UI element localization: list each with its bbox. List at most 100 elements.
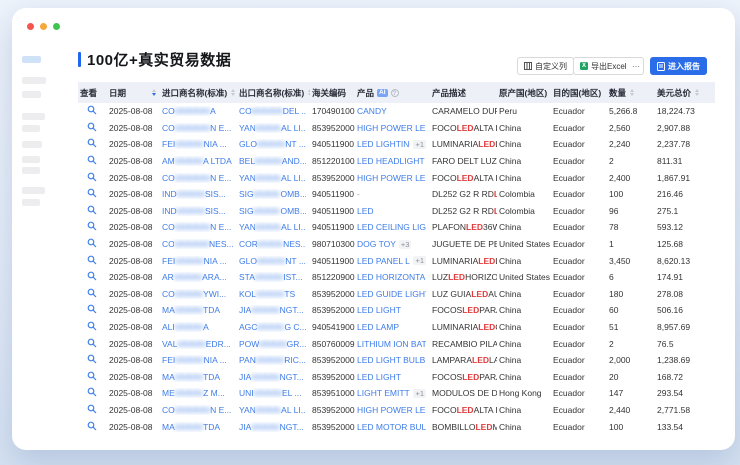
view-detail-button[interactable] [87,122,97,134]
exporter-cell[interactable]: YANMMMM AL LI... [237,123,310,133]
sidebar-item-placeholder[interactable] [22,156,40,163]
sidebar-item-placeholder[interactable] [22,167,40,174]
exporter-cell[interactable]: UNIMMMM EL ... [237,388,310,398]
product-link[interactable]: LITHIUM ION BATTE [357,339,426,349]
sort-icon[interactable] [630,89,634,97]
sidebar-item-placeholder[interactable] [22,199,40,206]
exporter-cell[interactable]: BELMMMM AND... [237,156,310,166]
view-detail-button[interactable] [87,371,97,383]
product-more-badge[interactable]: +1 [413,389,426,398]
importer-cell[interactable]: COMMMMM N E... [160,222,237,232]
view-detail-button[interactable] [87,321,97,333]
info-icon[interactable]: ? [391,89,399,97]
product-link[interactable]: LED LIGHT BULB [357,355,425,365]
exporter-cell[interactable]: PANMMMM RIC... [237,355,310,365]
importer-cell[interactable]: AMMMMM A LTDA [160,156,237,166]
exporter-cell[interactable]: GLOMMMM NT ... [237,139,310,149]
product-more-badge[interactable]: +1 [413,140,426,149]
exporter-cell[interactable]: GLOMMMM NT ... [237,256,310,266]
column-header-3[interactable]: 出口商名称(标准) [237,87,310,99]
importer-cell[interactable]: VALMMMM EDR... [160,339,237,349]
sidebar-item-placeholder[interactable] [22,56,41,63]
importer-cell[interactable]: COMMMMM N E... [160,173,237,183]
importer-cell[interactable]: COMMMM YWI... [160,289,237,299]
exporter-cell[interactable]: SIGMMMM OMB... [237,189,310,199]
product-link[interactable]: LED LIGHTING [357,139,410,149]
product-link[interactable]: LED LIGHT [357,372,401,382]
view-detail-button[interactable] [87,188,97,200]
product-link[interactable]: LED GUIDE LIGHT T [357,289,426,299]
view-detail-button[interactable] [87,155,97,167]
exporter-cell[interactable]: JIAMMMM NGT... [237,372,310,382]
exporter-cell[interactable]: YANMMMM AL LI... [237,173,310,183]
exporter-cell[interactable]: AGCMMMM G C... [237,322,310,332]
product-link[interactable]: LED HEADLIGHT [357,156,425,166]
product-link[interactable]: LED LAMP [357,322,399,332]
importer-cell[interactable]: INDMMMM SIS... [160,189,237,199]
exporter-cell[interactable]: YANMMMM AL LI... [237,405,310,415]
exporter-cell[interactable]: POWMMMM GR... [237,339,310,349]
exporter-cell[interactable]: KOLMMMM TS [237,289,310,299]
column-header-2[interactable]: 进口商名称(标准) [160,87,237,99]
product-link[interactable]: LED LIGHT [357,305,401,315]
view-detail-button[interactable] [87,221,97,233]
customize-columns-button[interactable]: 自定义列 [517,57,574,75]
product-link[interactable]: LED MOTOR BULB [357,422,426,432]
product-link[interactable]: LIGHT EMITTIN [357,388,410,398]
view-detail-button[interactable] [87,387,97,399]
exporter-cell[interactable]: YANMMMM AL LI... [237,222,310,232]
view-detail-button[interactable] [87,138,97,150]
minimize-button[interactable] [40,23,47,30]
importer-cell[interactable]: COMMMMM A [160,106,237,116]
importer-cell[interactable]: ARMMMM ARA... [160,272,237,282]
column-header-9[interactable]: 数量 [607,87,655,99]
view-detail-button[interactable] [87,271,97,283]
importer-cell[interactable]: COMMMMM N E... [160,405,237,415]
view-detail-button[interactable] [87,354,97,366]
exporter-cell[interactable]: CORMMMM NES... [237,239,310,249]
exporter-cell[interactable]: STAMMMM IST... [237,272,310,282]
view-detail-button[interactable] [87,105,97,117]
view-detail-button[interactable] [87,338,97,350]
column-header-1[interactable]: 日期 [107,87,160,99]
product-link[interactable]: LED HORIZONTAL L [357,272,426,282]
view-detail-button[interactable] [87,255,97,267]
sidebar-item-placeholder[interactable] [22,77,46,84]
exporter-cell[interactable]: SIGMMMM OMB... [237,206,310,216]
sidebar-item-placeholder[interactable] [22,91,41,98]
importer-cell[interactable]: MAMMMM TDA [160,305,237,315]
view-detail-button[interactable] [87,238,97,250]
more-actions-button[interactable]: ··· [629,57,644,75]
product-more-badge[interactable]: +3 [399,240,412,249]
importer-cell[interactable]: FEIMMMM NIA ... [160,355,237,365]
product-more-badge[interactable]: +1 [413,256,426,265]
sidebar-item-placeholder[interactable] [22,113,45,120]
product-link[interactable]: CANDY [357,106,387,116]
importer-cell[interactable]: MAMMMM TDA [160,372,237,382]
product-link[interactable]: HIGH POWER LED F [357,173,426,183]
importer-cell[interactable]: FEIMMMM NIA ... [160,256,237,266]
enter-report-button[interactable]: 进入报告 [650,57,707,75]
product-link[interactable]: LED CEILING LIGHT [357,222,426,232]
importer-cell[interactable]: COMMMMM NES... [160,239,237,249]
view-detail-button[interactable] [87,205,97,217]
importer-cell[interactable]: COMMMMM N E... [160,123,237,133]
product-link[interactable]: LED [357,206,374,216]
view-detail-button[interactable] [87,404,97,416]
column-header-10[interactable]: 美元总价 [655,87,715,99]
view-detail-button[interactable] [87,421,97,433]
importer-cell[interactable]: FEIMMMM NIA ... [160,139,237,149]
exporter-cell[interactable]: JIAMMMM NGT... [237,305,310,315]
importer-cell[interactable]: MEMMMM Z M... [160,388,237,398]
close-button[interactable] [27,23,34,30]
sidebar-item-placeholder[interactable] [22,125,40,132]
sort-icon[interactable] [231,89,235,97]
export-excel-button[interactable]: X 导出Excel [573,57,634,75]
product-link[interactable]: HIGH POWER LED F [357,123,426,133]
exporter-cell[interactable]: JIAMMMM NGT... [237,422,310,432]
importer-cell[interactable]: ALIMMMM A [160,322,237,332]
product-link[interactable]: DOG TOY [357,239,396,249]
view-detail-button[interactable] [87,288,97,300]
view-detail-button[interactable] [87,304,97,316]
product-link[interactable]: HIGH POWER LED F [357,405,426,415]
